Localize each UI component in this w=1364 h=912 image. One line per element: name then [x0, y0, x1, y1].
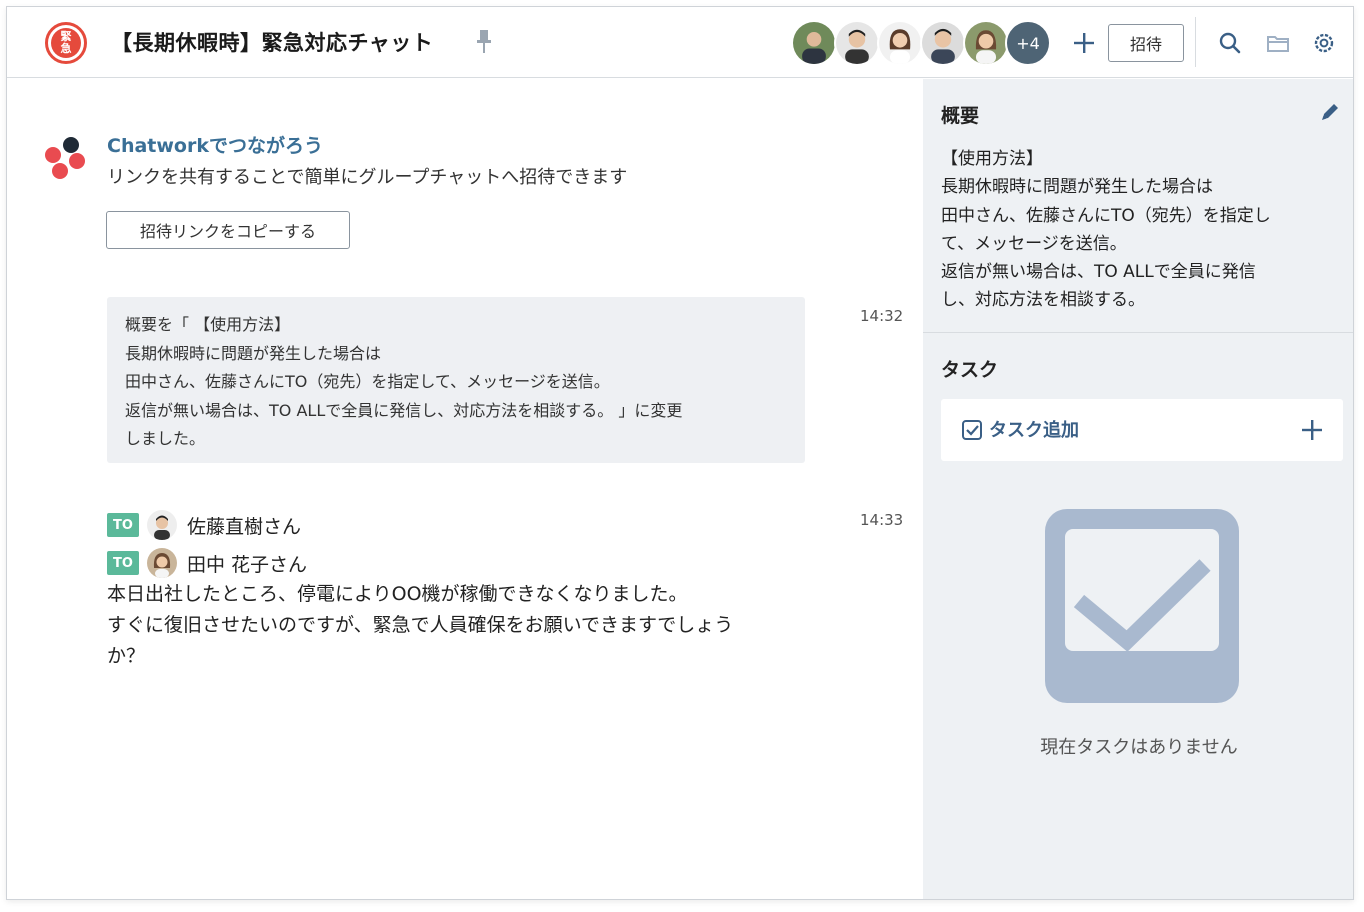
- pin-icon[interactable]: [475, 29, 493, 55]
- system-message-line: しました。: [125, 429, 206, 448]
- system-message-line: 概要を「 【使用方法】: [125, 315, 291, 334]
- more-members-badge[interactable]: +4: [1005, 20, 1051, 66]
- room-header: 緊 急 【長期休暇時】緊急対応チャット +4 招待: [7, 7, 1353, 78]
- member-avatar[interactable]: [877, 20, 923, 66]
- system-message-line: 返信が無い場合は、TO ALLで全員に発信し、対応方法を相談する。 」に変更: [125, 400, 683, 420]
- to-recipient-name: 田中 花子さん: [187, 553, 308, 576]
- copy-invite-link-button[interactable]: 招待リンクをコピーする: [106, 211, 350, 249]
- member-avatar[interactable]: [963, 20, 1009, 66]
- message-line: すぐに復旧させたいのですが、緊急で人員確保をお願いできますでしょう: [107, 614, 734, 636]
- member-avatar[interactable]: [791, 20, 837, 66]
- promo-title: Chatworkでつながろう: [107, 135, 323, 157]
- checkbox-icon: [962, 420, 982, 440]
- room-icon[interactable]: 緊 急: [45, 22, 87, 64]
- overview-line: 【使用方法】: [941, 149, 1043, 169]
- gear-icon[interactable]: [1311, 30, 1337, 56]
- room-icon-badge: 緊 急: [51, 28, 81, 58]
- system-message: 概要を「 【使用方法】 長期休暇時に問題が発生した場合は 田中さん、佐藤さんにT…: [107, 297, 805, 463]
- header-divider: [1195, 17, 1196, 67]
- to-recipient: TO 田中 花子さん: [107, 547, 307, 579]
- to-recipient-name: 佐藤直樹さん: [187, 515, 302, 538]
- system-message-line: 長期休暇時に問題が発生した場合は: [125, 343, 382, 363]
- search-icon[interactable]: [1217, 30, 1243, 56]
- to-badge: TO: [107, 513, 139, 537]
- message-line: か？: [107, 645, 146, 667]
- empty-tasks-text: 現在タスクはありません: [1040, 737, 1238, 758]
- add-task-label: タスク追加: [989, 420, 1079, 441]
- avatar[interactable]: [147, 510, 177, 540]
- side-panel: 概要 【使用方法】 長期休暇時に問題が発生した場合は 田中さん、佐藤さんにTO（…: [923, 79, 1353, 899]
- overview-title: 概要: [941, 105, 980, 127]
- invite-button[interactable]: 招待: [1108, 24, 1184, 62]
- overview-line: て、メッセージを送信。: [941, 233, 1127, 254]
- chat-window: 緊 急 【長期休暇時】緊急対応チャット +4 招待 Chatworkでつながろう…: [6, 6, 1354, 900]
- plus-icon[interactable]: [1299, 417, 1325, 443]
- promo-text: リンクを共有することで簡単にグループチャットへ招待できます: [107, 167, 628, 188]
- message-line: 本日出社したところ、停電によりOO機が稼働できなくなりました。: [107, 583, 688, 605]
- member-avatar[interactable]: [834, 20, 880, 66]
- pencil-icon[interactable]: [1319, 101, 1341, 123]
- add-task-button[interactable]: タスク追加: [941, 399, 1343, 461]
- empty-tasks-icon: [1045, 509, 1239, 703]
- plus-icon[interactable]: [1071, 30, 1097, 56]
- message-body: 本日出社したところ、停電によりOO機が稼働できなくなりました。 すぐに復旧させた…: [107, 579, 733, 672]
- overview-line: 返信が無い場合は、TO ALLで全員に発信: [941, 262, 1256, 283]
- message-timestamp: 14:32: [860, 307, 904, 325]
- overview-text: 【使用方法】 長期休暇時に問題が発生した場合は 田中さん、佐藤さんにTO（宛先）…: [941, 145, 1271, 315]
- system-message-line: 田中さん、佐藤さんにTO（宛先）を指定して、メッセージを送信。: [125, 372, 610, 391]
- folder-icon[interactable]: [1265, 30, 1291, 56]
- member-avatar[interactable]: [920, 20, 966, 66]
- room-icon-char-2: 急: [60, 42, 72, 55]
- task-title: タスク: [941, 359, 999, 381]
- to-recipient: TO 佐藤直樹さん: [107, 509, 301, 541]
- chat-timeline[interactable]: Chatworkでつながろう リンクを共有することで簡単にグループチャットへ招待…: [7, 79, 923, 899]
- room-title[interactable]: 【長期休暇時】緊急対応チャット: [111, 27, 433, 57]
- message-timestamp: 14:33: [860, 511, 904, 529]
- overview-line: 田中さん、佐藤さんにTO（宛先）を指定し: [941, 205, 1271, 226]
- overview-line: し、対応方法を相談する。: [941, 290, 1145, 311]
- avatar[interactable]: [147, 548, 177, 578]
- overview-line: 長期休暇時に問題が発生した場合は: [941, 177, 1213, 198]
- to-badge: TO: [107, 551, 139, 575]
- chatwork-logo: [45, 137, 85, 179]
- panel-divider: [923, 332, 1353, 333]
